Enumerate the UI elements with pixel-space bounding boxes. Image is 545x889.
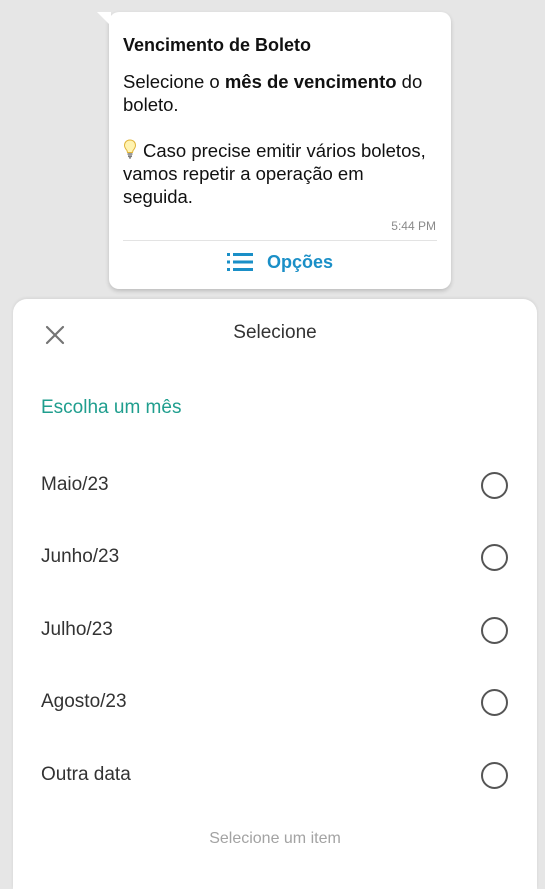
option-label: Junho/23 [41, 546, 120, 567]
option-label: Agosto/23 [41, 691, 127, 712]
option-agosto[interactable]: Agosto/23 [13, 674, 537, 730]
selection-sheet: Selecione Escolha um mês Maio/23 Junho/2… [13, 299, 537, 889]
message-note-text: Caso precise emitir vários boletos, vamo… [123, 140, 426, 207]
option-label: Outra data [41, 764, 131, 785]
chat-message-bubble: Vencimento de Boleto Selecione o mês de … [97, 12, 451, 289]
radio-button[interactable] [481, 762, 508, 789]
radio-button[interactable] [481, 544, 508, 571]
option-label: Maio/23 [41, 474, 109, 495]
radio-button[interactable] [481, 689, 508, 716]
list-icon [226, 253, 253, 271]
message-body: Selecione o mês de vencimento do boleto. [123, 70, 437, 116]
sheet-footer-hint: Selecione um item [209, 830, 341, 847]
lightbulb-icon [123, 139, 137, 159]
radio-button[interactable] [481, 617, 508, 644]
sheet-title: Selecione [233, 322, 317, 343]
option-julho[interactable]: Julho/23 [13, 602, 537, 658]
options-button[interactable]: Opções [109, 248, 451, 276]
radio-button[interactable] [481, 472, 508, 499]
option-maio[interactable]: Maio/23 [13, 457, 537, 513]
option-outra-data[interactable]: Outra data [13, 747, 537, 803]
option-label: Julho/23 [41, 619, 113, 640]
sheet-header: Selecione [13, 299, 537, 369]
options-button-label: Opções [266, 251, 334, 272]
message-divider [123, 240, 437, 241]
section-label: Escolha um mês [41, 397, 182, 418]
option-junho[interactable]: Junho/23 [13, 529, 537, 585]
message-timestamp: 5:44 PM [391, 219, 436, 233]
message-title: Vencimento de Boleto [123, 35, 312, 55]
message-text-pre: Selecione o [123, 71, 225, 92]
message-text-bold: mês de vencimento [224, 71, 397, 92]
message-note: Caso precise emitir vários boletos, vamo… [123, 139, 437, 208]
